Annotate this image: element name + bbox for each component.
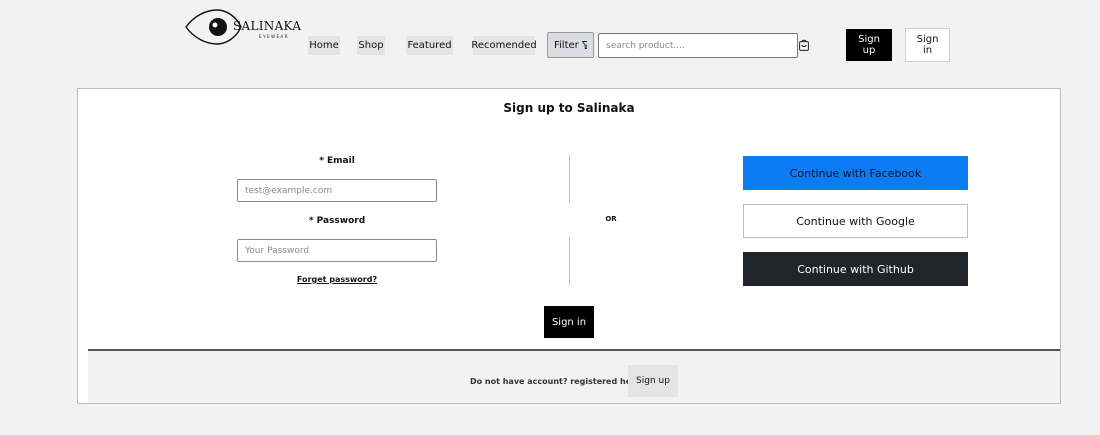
continue-facebook-button[interactable]: Continue with Facebook — [743, 156, 968, 190]
signin-button[interactable]: Sign in — [544, 306, 594, 338]
divider-top — [569, 155, 570, 203]
email-label: * Email — [319, 156, 355, 166]
no-account-text: Do not have account? registered here — [470, 377, 641, 386]
nav-shop[interactable]: Shop — [357, 36, 385, 55]
continue-google-button[interactable]: Continue with Google — [743, 204, 968, 238]
top-navbar: EYEWEAR SALINAKA EYEWEAR Home Shop Featu… — [0, 0, 1100, 80]
card-footer: Do not have account? registered here Sig… — [88, 349, 1060, 403]
nav-featured[interactable]: Featured — [406, 36, 453, 55]
logo-subtitle: EYEWEAR — [259, 34, 289, 39]
password-label: * Password — [308, 216, 366, 226]
auth-card: Sign up to Salinaka * Email * Password F… — [77, 88, 1061, 404]
password-field[interactable] — [237, 239, 437, 262]
nav-home[interactable]: Home — [308, 36, 340, 55]
search-input[interactable] — [598, 33, 798, 58]
footer-signup-button[interactable]: Sign up — [628, 365, 678, 397]
filter-label: Filter — [554, 39, 579, 51]
shopping-bag-icon[interactable] — [799, 39, 809, 51]
header-signin-button[interactable]: Sign in — [905, 28, 950, 62]
divider-bottom — [569, 237, 570, 285]
page-title: Sign up to Salinaka — [503, 101, 635, 115]
salinaka-logo[interactable]: EYEWEAR SALINAKA EYEWEAR — [184, 8, 301, 48]
header-signup-button[interactable]: Sign up — [846, 29, 892, 61]
forget-password-link[interactable]: Forget password? — [237, 275, 437, 284]
filter-funnel-icon — [581, 41, 587, 49]
nav-recomended[interactable]: Recomended — [471, 36, 537, 55]
continue-github-button[interactable]: Continue with Github — [743, 252, 968, 286]
logo-brand-name: SALINAKA — [233, 19, 302, 33]
email-field[interactable] — [237, 179, 437, 202]
or-separator: OR — [605, 215, 617, 223]
filter-button[interactable]: Filter — [547, 32, 594, 58]
